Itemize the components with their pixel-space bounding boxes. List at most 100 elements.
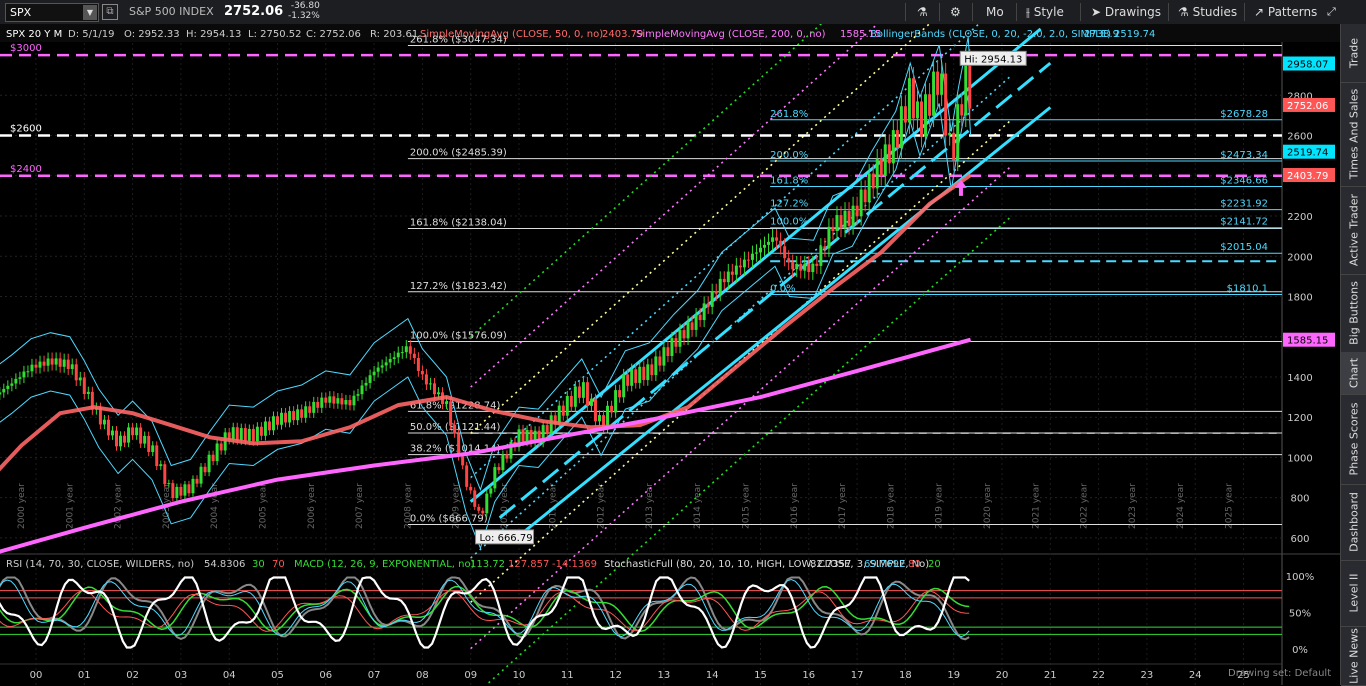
candle-body (948, 132, 952, 136)
candle-body (477, 506, 481, 511)
year-label: 2017 year (838, 483, 848, 529)
candle-body (70, 364, 74, 369)
candle-body (469, 486, 473, 491)
candle-body (851, 205, 855, 226)
candle-body (449, 401, 453, 425)
sidebar-tab-big-buttons[interactable]: Big Buttons (1341, 274, 1366, 353)
price-axis-tick: 2000 (1287, 252, 1312, 263)
candle-body (384, 362, 388, 366)
candle-body (159, 464, 163, 467)
lower-axis-tick: 50% (1289, 609, 1311, 620)
candle-body (6, 385, 10, 389)
x-axis-tick: 21 (1044, 670, 1057, 681)
patterns-button[interactable]: ↗ Patterns (1254, 3, 1317, 21)
price-tag-label: 2752.06 (1287, 101, 1328, 112)
candle-body (839, 215, 843, 229)
candle-body (565, 395, 569, 416)
timeframe-button[interactable]: Mo (986, 3, 1004, 21)
studies-button[interactable]: ⚗ Studies (1178, 3, 1237, 21)
candle-body (26, 371, 30, 373)
year-label: 2018 year (886, 483, 896, 529)
candle-body (847, 210, 851, 226)
macd-header: MACD (12, 26, 9, EXPONENTIAL, no) (294, 559, 475, 570)
chevron-down-icon[interactable]: ▼ (83, 5, 97, 20)
candle-body (135, 427, 139, 436)
x-axis-tick: 17 (851, 670, 864, 681)
candle-body (489, 488, 493, 494)
candle-body (123, 435, 127, 443)
candle-body (859, 189, 863, 217)
flask-icon[interactable]: ⚗ (917, 3, 928, 21)
candle-body (50, 358, 54, 365)
sidebar-tab-live-news[interactable]: Live News (1341, 626, 1366, 686)
studies-label: Studies (1192, 5, 1238, 19)
sidebar-tab-level-ii[interactable]: Level II (1341, 560, 1366, 627)
candle-body (598, 415, 601, 422)
sidebar-tab-trade[interactable]: Trade (1341, 24, 1366, 83)
candle-body (191, 478, 195, 494)
candle-body (783, 246, 787, 259)
maximize-icon[interactable]: ⤢ (1327, 3, 1336, 21)
sidebar-tab-label: Dashboard (1347, 492, 1361, 552)
candle-body (501, 454, 505, 471)
candle-body (831, 226, 835, 232)
toolbar-divider (905, 3, 906, 21)
gear-icon[interactable]: ⚙ (950, 3, 961, 21)
candle-body (86, 391, 90, 394)
candle-body (589, 398, 593, 406)
candle-body (658, 356, 662, 366)
stoch-level-a: 80 (908, 559, 921, 570)
candle-body (891, 130, 895, 164)
toolbar-divider (1080, 3, 1081, 21)
sidebar-tab-dashboard[interactable]: Dashboard (1341, 484, 1366, 561)
flask-icon: ⚗ (1178, 5, 1193, 19)
x-axis-tick: 14 (706, 670, 719, 681)
candle-body (239, 428, 243, 441)
candle-body (827, 226, 831, 249)
fib-level-label: 161.8% ($2138.04) (410, 217, 507, 228)
candle-body (932, 71, 936, 116)
candle-body (754, 252, 758, 254)
x-axis-tick: 06 (319, 670, 332, 681)
candle-body (300, 409, 304, 418)
fib2-price-label: $2015.04 (1220, 242, 1268, 253)
sidebar-tab-label: Times And Sales (1347, 88, 1361, 180)
sidebar-tab-phase-scores[interactable]: Phase Scores (1341, 394, 1366, 485)
candle-body (34, 364, 38, 368)
candle-body (694, 314, 698, 330)
candle-body (404, 346, 408, 353)
candle-body (78, 377, 82, 381)
candle-body (855, 205, 859, 217)
drawings-button[interactable]: ➤ Drawings (1091, 3, 1161, 21)
price-level-label: $2400 (10, 164, 42, 175)
candle-body (614, 390, 618, 413)
candle-body (231, 427, 235, 440)
symbol-input[interactable]: SPX ▼ (5, 3, 99, 22)
sidebar-tab-times-and-sales[interactable]: Times And Sales (1341, 82, 1366, 187)
link-icon[interactable]: ⧉ (102, 4, 118, 20)
sidebar-tab-chart[interactable]: Chart (1341, 352, 1366, 395)
change-percent: -1.32% (288, 11, 320, 21)
lower-axis-tick: 100% (1286, 572, 1315, 583)
year-label: 2001 year (65, 483, 75, 529)
candle-body (730, 271, 734, 275)
candle-body (376, 367, 380, 372)
style-button[interactable]: ⫲ Style (1026, 3, 1064, 21)
candle-body (432, 383, 436, 395)
stoch-value-2: 69.7692 (864, 559, 905, 570)
header-sma200: SimpleMovingAvg (CLOSE, 200, 0, no) (636, 29, 826, 40)
stoch-level-b: 20 (928, 559, 941, 570)
candle-body (734, 265, 738, 275)
header-bb-lower: 2519.74 (1114, 29, 1155, 40)
x-axis-tick: 08 (416, 670, 429, 681)
price-chart[interactable]: SPX 20 Y M D: 5/1/19 O: 2952.33 H: 2954.13 L… (0, 24, 1340, 685)
sidebar-tab-label: Active Trader (1347, 193, 1361, 267)
candle-body (956, 104, 960, 161)
candle-body (267, 421, 271, 431)
candle-body (292, 411, 296, 421)
price-change: -36.80 -1.32% (288, 1, 320, 21)
candle-body (823, 246, 827, 249)
candle-body (654, 356, 658, 376)
sidebar-tab-active-trader[interactable]: Active Trader (1341, 186, 1366, 275)
candle-body (674, 338, 678, 347)
